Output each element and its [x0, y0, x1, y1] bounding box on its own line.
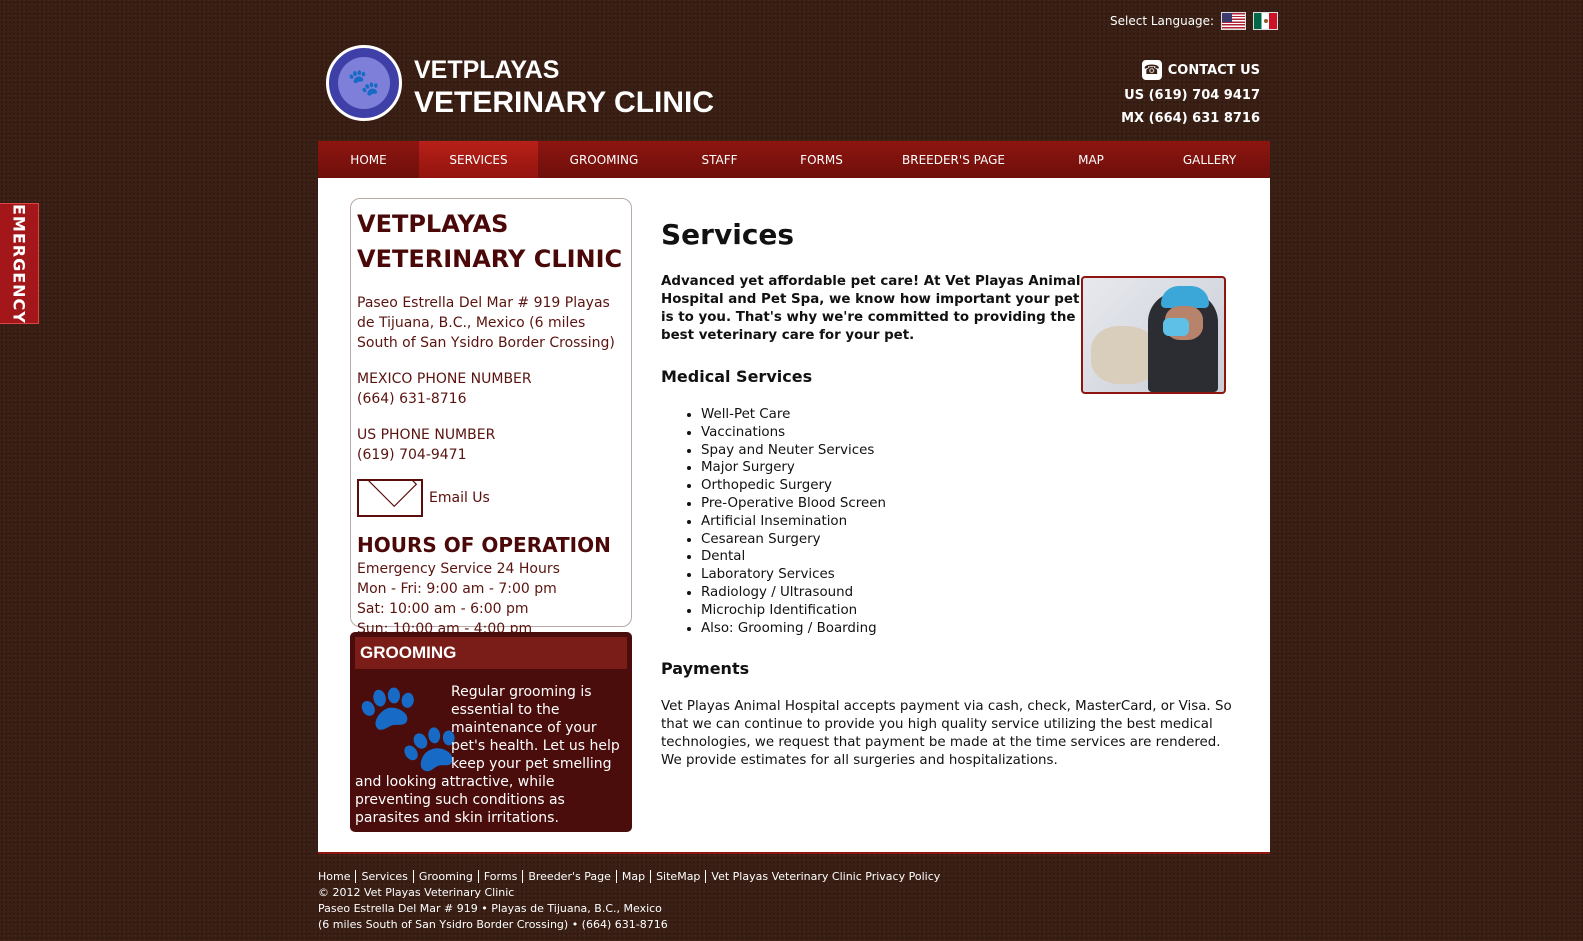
list-item: Orthopedic Surgery — [701, 477, 1237, 495]
hours-item: Mon - Fri: 9:00 am - 7:00 pm — [357, 581, 557, 597]
medical-services-list: Well-Pet Care Vaccinations Spay and Neut… — [661, 406, 1237, 637]
footer-link-privacy-policy[interactable]: Vet Playas Veterinary Clinic Privacy Pol… — [705, 870, 946, 883]
footer-link-forms[interactable]: Forms — [477, 870, 523, 883]
envelope-icon[interactable] — [357, 479, 423, 517]
vet-with-dog-photo — [1081, 276, 1226, 394]
list-item: Spay and Neuter Services — [701, 442, 1237, 460]
footer-links: Home Services Grooming Forms Breeder's Page M… — [318, 869, 946, 885]
mexico-flag-icon[interactable] — [1253, 12, 1279, 30]
list-item: Artificial Insemination — [701, 513, 1237, 531]
footer-link-sitemap[interactable]: SiteMap — [650, 870, 706, 883]
grooming-title[interactable]: GROOMING — [355, 637, 627, 669]
email-us-label[interactable]: Email Us — [429, 490, 490, 506]
payments-text: Vet Playas Animal Hospital accepts payme… — [661, 699, 1232, 769]
list-item: Pre-Operative Blood Screen — [701, 495, 1237, 513]
list-item: Cesarean Surgery — [701, 531, 1237, 549]
footer-link-grooming[interactable]: Grooming — [412, 870, 478, 883]
footer: Home Services Grooming Forms Breeder's Page M… — [318, 869, 946, 933]
paw-icon: 🐾 — [347, 68, 381, 98]
footer-link-map[interactable]: Map — [615, 870, 651, 883]
nav-breeders-page[interactable]: BREEDER'S PAGE — [874, 141, 1033, 178]
hours-item: Sat: 10:00 am - 6:00 pm — [357, 601, 529, 617]
nav-grooming[interactable]: GROOMING — [538, 141, 670, 178]
services-content: Services Advanced yet affordable pet car… — [661, 218, 1237, 770]
list-item: Well-Pet Care — [701, 406, 1237, 424]
nav-services[interactable]: SERVICES — [419, 141, 538, 178]
site-title[interactable]: VETPLAYAS VETERINARY CLINIC — [414, 55, 714, 121]
nav-home[interactable]: HOME — [318, 141, 419, 178]
clinic-address: Paseo Estrella Del Mar # 919 Playas de T… — [357, 295, 615, 351]
payments-heading: Payments — [661, 659, 750, 679]
main-nav: HOME SERVICES GROOMING STAFF FORMS BREED… — [318, 141, 1270, 178]
emergency-label: EMERGENCY — [9, 203, 29, 324]
sidebar-title-line1: VETPLAYAS — [357, 210, 509, 238]
phone-icon: ☎ — [1141, 60, 1162, 80]
us-flag-icon[interactable] — [1221, 12, 1247, 30]
list-item: Laboratory Services — [701, 566, 1237, 584]
list-item: Microchip Identification — [701, 602, 1237, 620]
language-label: Select Language: — [1110, 14, 1215, 28]
us-phone: US (619) 704 9417 — [1124, 88, 1260, 103]
emergency-tab[interactable]: EMERGENCY — [0, 203, 39, 324]
site-title-line1: VETPLAYAS — [414, 56, 560, 84]
mx-phone: MX (664) 631 8716 — [1121, 111, 1260, 126]
clinic-info-box: VETPLAYAS VETERINARY CLINIC Paseo Estrel… — [350, 198, 632, 637]
nav-gallery[interactable]: GALLERY — [1149, 141, 1270, 178]
list-item: Major Surgery — [701, 459, 1237, 477]
intro-text: Advanced yet affordable pet care! At Vet… — [661, 274, 1081, 343]
nav-map[interactable]: MAP — [1033, 141, 1149, 178]
footer-address-line2: (6 miles South of San Ysidro Border Cros… — [318, 918, 668, 931]
footer-address-line1: Paseo Estrella Del Mar # 919 • Playas de… — [318, 902, 662, 915]
sidebar-title: VETPLAYAS VETERINARY CLINIC — [357, 207, 625, 277]
list-item: Also: Grooming / Boarding — [701, 620, 1237, 638]
nav-forms[interactable]: FORMS — [769, 141, 874, 178]
hours-list: Emergency Service 24 Hours Mon - Fri: 9:… — [357, 559, 625, 639]
sidebar-title-line2: VETERINARY CLINIC — [357, 245, 623, 273]
mexico-phone-label: MEXICO PHONE NUMBER — [357, 371, 532, 387]
us-phone-label: US PHONE NUMBER — [357, 427, 496, 443]
paw-print-icon: 🐾 — [355, 677, 463, 777]
mexico-phone-block: MEXICO PHONE NUMBER (664) 631-8716 — [357, 369, 625, 409]
footer-link-breeders-page[interactable]: Breeder's Page — [522, 870, 616, 883]
clinic-logo[interactable]: 🐾 — [326, 45, 402, 121]
email-us-link[interactable]: Email Us — [357, 479, 625, 517]
site-title-line2: VETERINARY CLINIC — [414, 86, 715, 119]
hours-item: Emergency Service 24 Hours — [357, 561, 560, 577]
copyright: © 2012 Vet Playas Veterinary Clinic — [318, 886, 515, 899]
contact-block: ☎ CONTACT US US (619) 704 9417 MX (664) … — [1121, 60, 1260, 134]
language-selector: Select Language: — [1110, 12, 1279, 30]
list-item: Vaccinations — [701, 424, 1237, 442]
footer-link-services[interactable]: Services — [355, 870, 413, 883]
contact-us-link[interactable]: CONTACT US — [1168, 63, 1260, 78]
hours-title: HOURS OF OPERATION — [357, 533, 611, 557]
us-phone-block: US PHONE NUMBER (619) 704-9471 — [357, 425, 625, 465]
list-item: Dental — [701, 548, 1237, 566]
main-content-area: VETPLAYAS VETERINARY CLINIC Paseo Estrel… — [318, 178, 1270, 854]
mexico-phone-number: (664) 631-8716 — [357, 391, 467, 407]
us-phone-number: (619) 704-9471 — [357, 447, 467, 463]
grooming-box[interactable]: GROOMING 🐾 Regular grooming is essential… — [350, 632, 632, 832]
nav-staff[interactable]: STAFF — [670, 141, 769, 178]
footer-link-home[interactable]: Home — [318, 870, 355, 883]
page-title: Services — [661, 218, 795, 251]
list-item: Radiology / Ultrasound — [701, 584, 1237, 602]
